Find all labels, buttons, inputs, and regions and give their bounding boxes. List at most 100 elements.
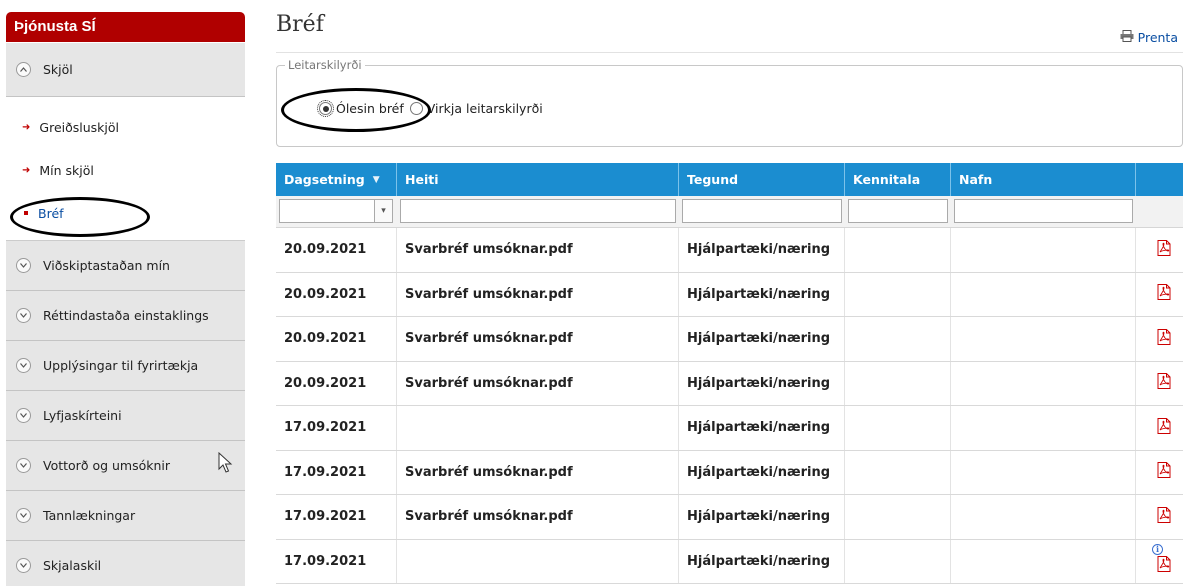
- cell-heiti: Svarbréf umsóknar.pdf: [397, 450, 679, 494]
- pdf-file-icon[interactable]: [1157, 239, 1171, 260]
- cell-nafn: [951, 317, 1136, 361]
- cell-tegund: Hjálpartæki/næring: [679, 406, 845, 450]
- sidebar-section-vottord[interactable]: Vottorð og umsóknir: [6, 441, 245, 491]
- table-row[interactable]: 20.09.2021 Svarbréf umsóknar.pdf Hjálpartæ…: [276, 317, 1183, 362]
- cell-nafn: [951, 539, 1136, 583]
- chevron-up-icon: [16, 62, 31, 77]
- print-label: Prenta: [1137, 30, 1178, 45]
- sidebar-section-tannlaekningar[interactable]: Tannlækningar: [6, 491, 245, 541]
- fieldset-legend: Leitarskilyrði: [285, 58, 365, 72]
- sidebar-section-label: Upplýsingar til fyrirtækja: [43, 358, 199, 373]
- sidebar-section-skjalaskil[interactable]: Skjalaskil: [6, 541, 245, 586]
- cell-date: 20.09.2021: [276, 228, 397, 272]
- cell-actions: i: [1136, 540, 1183, 584]
- table-row[interactable]: 17.09.2021 Hjálpartæki/næring i: [276, 539, 1183, 584]
- cell-actions: [1136, 317, 1183, 361]
- cell-tegund: Hjálpartæki/næring: [679, 539, 845, 583]
- table-row[interactable]: 17.09.2021 Svarbréf umsóknar.pdf Hjálpartæ…: [276, 495, 1183, 540]
- cell-date: 17.09.2021: [276, 406, 397, 450]
- cell-kennitala: [845, 317, 951, 361]
- column-header-tegund[interactable]: Tegund: [679, 163, 845, 196]
- chevron-down-icon[interactable]: ▾: [375, 199, 393, 223]
- cell-kennitala: [845, 361, 951, 405]
- annotation-ellipse: [281, 88, 431, 132]
- pdf-file-icon[interactable]: [1157, 506, 1171, 527]
- table-body: 20.09.2021 Svarbréf umsóknar.pdf Hjálpartæ…: [276, 228, 1183, 584]
- cell-nafn: [951, 228, 1136, 272]
- cell-kennitala: [845, 228, 951, 272]
- radio-activate-label[interactable]: Virkja leitarskilyrði: [427, 101, 543, 116]
- date-filter-select[interactable]: ▾: [279, 199, 394, 223]
- cell-tegund: Hjálpartæki/næring: [679, 272, 845, 316]
- table-header: Dagsetning ▼ Heiti Tegund Kennitala Nafn: [276, 163, 1183, 196]
- sidebar-section-label: Réttindastaða einstaklings: [43, 308, 209, 323]
- cell-nafn: [951, 361, 1136, 405]
- sidebar-section-lyfjaskirteini[interactable]: Lyfjaskírteini: [6, 391, 245, 441]
- cell-tegund: Hjálpartæki/næring: [679, 495, 845, 539]
- cell-actions: [1136, 362, 1183, 406]
- chevron-down-icon: [16, 508, 31, 523]
- pdf-file-icon[interactable]: [1157, 462, 1171, 482]
- sidebar-section-upplysingar[interactable]: Upplýsingar til fyrirtækja: [6, 341, 245, 391]
- chevron-down-icon: [16, 458, 31, 473]
- tegund-filter-input[interactable]: [682, 199, 842, 223]
- chevron-down-icon: [16, 308, 31, 323]
- kennitala-filter-input[interactable]: [848, 199, 948, 223]
- sidebar-section-vidskiptastadan[interactable]: Viðskiptastaðan mín: [6, 241, 245, 291]
- cell-heiti: Svarbréf umsóknar.pdf: [397, 228, 679, 272]
- annotation-ellipse: [10, 197, 150, 237]
- sort-descending-icon: ▼: [372, 174, 380, 185]
- cell-nafn: [951, 406, 1136, 450]
- cell-date: 20.09.2021: [276, 317, 397, 361]
- cell-heiti: Svarbréf umsóknar.pdf: [397, 317, 679, 361]
- sidebar-item-min-skjol[interactable]: ➜ Mín skjöl: [6, 154, 245, 198]
- print-link[interactable]: Prenta: [1120, 30, 1178, 45]
- column-header-date[interactable]: Dagsetning ▼: [276, 163, 397, 196]
- cell-kennitala: [845, 495, 951, 539]
- pdf-file-icon[interactable]: [1157, 284, 1171, 304]
- chevron-down-icon: [16, 358, 31, 373]
- cell-kennitala: [845, 272, 951, 316]
- cell-heiti: [397, 539, 679, 583]
- pdf-file-icon[interactable]: [1157, 373, 1171, 393]
- sidebar-section-skjol[interactable]: Skjöl: [6, 42, 245, 97]
- cell-heiti: [397, 406, 679, 450]
- pdf-file-icon[interactable]: [1157, 328, 1171, 349]
- cell-date: 17.09.2021: [276, 539, 397, 583]
- sidebar-section-label: Vottorð og umsóknir: [43, 458, 171, 473]
- letters-table: Dagsetning ▼ Heiti Tegund Kennitala Nafn…: [276, 163, 1183, 584]
- table-row[interactable]: 20.09.2021 Svarbréf umsóknar.pdf Hjálpartæ…: [276, 272, 1183, 317]
- pdf-file-icon[interactable]: [1157, 556, 1171, 576]
- cell-heiti: Svarbréf umsóknar.pdf: [397, 272, 679, 316]
- info-icon[interactable]: i: [1152, 543, 1163, 555]
- column-header-kennitala[interactable]: Kennitala: [845, 163, 951, 196]
- cell-actions: [1136, 451, 1183, 495]
- sidebar-section-label: Skjalaskil: [43, 558, 102, 573]
- table-row[interactable]: 20.09.2021 Svarbréf umsóknar.pdf Hjálpartæ…: [276, 228, 1183, 273]
- mouse-cursor: [218, 451, 234, 478]
- sidebar-section-rettindastada[interactable]: Réttindastaða einstaklings: [6, 291, 245, 341]
- cell-heiti: Svarbréf umsóknar.pdf: [397, 495, 679, 539]
- column-header-heiti[interactable]: Heiti: [397, 163, 679, 196]
- column-header-nafn[interactable]: Nafn: [951, 163, 1136, 196]
- pdf-file-icon[interactable]: [1157, 417, 1171, 438]
- sidebar-item-greidsluskjol[interactable]: ➜ Greiðsluskjöl: [6, 97, 245, 154]
- sidebar-section-label: Lyfjaskírteini: [43, 408, 122, 423]
- cell-nafn: [951, 450, 1136, 494]
- cell-tegund: Hjálpartæki/næring: [679, 317, 845, 361]
- chevron-down-icon: [16, 558, 31, 573]
- table-row[interactable]: 20.09.2021 Svarbréf umsóknar.pdf Hjálpartæ…: [276, 361, 1183, 406]
- sidebar: Þjónusta SÍ Skjöl ➜ Greiðsluskjöl ➜ Mín …: [6, 12, 245, 586]
- table-row[interactable]: 17.09.2021 Svarbréf umsóknar.pdf Hjálpartæ…: [276, 450, 1183, 495]
- sidebar-section-label: Tannlækningar: [43, 508, 136, 523]
- table-row[interactable]: 17.09.2021 Hjálpartæki/næring: [276, 406, 1183, 451]
- cell-kennitala: [845, 406, 951, 450]
- sidebar-item-label: Mín skjöl: [39, 162, 94, 178]
- nafn-filter-input[interactable]: [954, 199, 1133, 223]
- cell-actions: [1136, 406, 1183, 450]
- chevron-down-icon: [16, 258, 31, 273]
- cell-actions: [1136, 495, 1183, 539]
- cell-nafn: [951, 272, 1136, 316]
- heiti-filter-input[interactable]: [400, 199, 676, 223]
- cell-kennitala: [845, 539, 951, 583]
